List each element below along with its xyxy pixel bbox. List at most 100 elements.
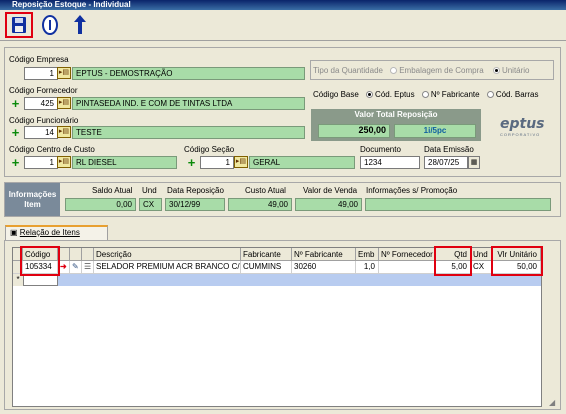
funcionario-name-field: TESTE	[72, 126, 305, 139]
radio-circle	[486, 91, 494, 99]
valor-total-value: 250,00	[318, 124, 390, 138]
fornecedor-label: Código Fornecedor	[9, 86, 78, 95]
logo-subtext: CORPORATIVO	[500, 132, 541, 137]
parcelas-value: 1i/5pc	[394, 124, 476, 138]
add-secao-icon[interactable]: +	[186, 156, 197, 169]
funcionario-lookup-icon[interactable]: ▸▤	[57, 126, 71, 138]
empresa-lookup-icon[interactable]: ▸▤	[57, 67, 71, 79]
funcionario-label: Código Funcionário	[9, 116, 79, 125]
custo-field: 49,00	[228, 198, 292, 211]
promo-label: Informações s/ Promoção	[366, 186, 458, 195]
tab-label: Relação de Itens	[19, 228, 80, 237]
documento-input[interactable]: 1234	[360, 156, 420, 169]
radio-circle	[366, 91, 374, 99]
radio-unitario[interactable]: Unitário	[492, 66, 530, 75]
fornecedor-lookup-icon[interactable]: ▸▤	[57, 97, 71, 109]
radio-embalagem-label: Embalagem de Compra	[399, 66, 484, 75]
centro-custo-code-input[interactable]: 1	[24, 156, 58, 169]
custo-label: Custo Atual	[245, 186, 286, 195]
calendar-icon[interactable]: ▦	[468, 156, 480, 169]
tab-relacao-itens[interactable]: ▣ Relação de Itens	[5, 225, 108, 240]
centro-custo-lookup-icon[interactable]: ▸▤	[57, 156, 71, 168]
radio-cod-barras-label: Cód. Barras	[495, 90, 539, 99]
highlight-codigo	[20, 246, 60, 276]
list-icon[interactable]: ☰	[82, 261, 94, 273]
grid-header-emb[interactable]: Emb	[356, 248, 379, 261]
secao-lookup-icon[interactable]: ▸▤	[234, 156, 248, 168]
emissao-label: Data Emissão	[424, 145, 474, 154]
resize-grip-icon[interactable]: ◢	[549, 398, 559, 408]
radio-cod-eptus-label: Cód. Eptus	[375, 90, 415, 99]
und-label: Und	[142, 186, 157, 195]
edit-icon[interactable]: ✎	[70, 261, 82, 273]
radio-cod-barras[interactable]: Cód. Barras	[486, 90, 539, 99]
add-fornecedor-icon[interactable]: +	[10, 97, 21, 110]
grid-header-blank-2	[70, 248, 82, 261]
fornecedor-name-field: PINTASEDA IND. E COM DE TINTAS LTDA	[72, 97, 305, 110]
radio-circle	[421, 91, 429, 99]
codigo-base-row: Código Base Cód. Eptus Nº Fabricante Cód…	[313, 90, 539, 99]
tipo-quantidade-label: Tipo da Quantidade	[313, 66, 383, 75]
fornecedor-code-input[interactable]: 425	[24, 97, 58, 110]
grid-header-n-fabricante[interactable]: Nº Fabricante	[292, 248, 356, 261]
info-button[interactable]	[36, 12, 64, 38]
promo-field	[365, 198, 551, 211]
saldo-field: 0,00	[65, 198, 136, 211]
tab-icon: ▣	[10, 228, 20, 237]
radio-unitario-label: Unitário	[501, 66, 530, 75]
add-centro-custo-icon[interactable]: +	[10, 156, 21, 169]
window-title: Reposição Estoque - Individual	[0, 0, 566, 10]
cell-emb[interactable]: 1,0	[356, 261, 379, 273]
codigo-base-label: Código Base	[313, 90, 359, 99]
highlight-qtd	[434, 246, 472, 276]
toolbar	[0, 10, 566, 41]
save-button[interactable]	[5, 12, 33, 38]
grid-header-n-fornecedor[interactable]: Nº Fornecedor	[379, 248, 436, 261]
info-icon	[42, 15, 58, 35]
info-item-header: Informações Item	[5, 183, 60, 216]
data-reposicao-field: 30/12/99	[165, 198, 225, 211]
grid-header-fabricante[interactable]: Fabricante	[241, 248, 292, 261]
empresa-label: Código Empresa	[9, 55, 69, 64]
grid-header-descricao[interactable]: Descrição	[94, 248, 241, 261]
secao-label: Código Seção	[184, 145, 235, 154]
secao-code-input[interactable]: 1	[200, 156, 234, 169]
empresa-name-field: EPTUS - DEMOSTRAÇÃO	[72, 67, 305, 80]
radio-n-fabricante[interactable]: Nº Fabricante	[421, 90, 480, 99]
venda-field: 49,00	[295, 198, 362, 211]
info-item-label-2: Item	[24, 200, 41, 209]
floppy-disk-icon	[12, 17, 26, 33]
radio-circle	[492, 67, 500, 75]
radio-n-fabricante-label: Nº Fabricante	[430, 90, 480, 99]
radio-cod-eptus[interactable]: Cód. Eptus	[366, 90, 415, 99]
add-funcionario-icon[interactable]: +	[10, 126, 21, 139]
data-reposicao-label: Data Reposição	[167, 186, 224, 195]
cell-n-fornecedor[interactable]	[379, 261, 436, 273]
centro-custo-name-field: RL DIESEL	[72, 156, 177, 169]
info-item-label-1: Informações	[8, 190, 57, 199]
funcionario-code-input[interactable]: 14	[24, 126, 58, 139]
cell-n-fabricante[interactable]: 30260	[292, 261, 356, 273]
centro-custo-label: Código Centro de Custo	[9, 145, 95, 154]
documento-label: Documento	[360, 145, 401, 154]
radio-circle	[390, 67, 398, 75]
und-field: CX	[139, 198, 162, 211]
radio-embalagem[interactable]: Embalagem de Compra	[390, 66, 484, 75]
grid-header-und[interactable]: Und	[471, 248, 493, 261]
cell-fabricante[interactable]: CUMMINS	[241, 261, 292, 273]
valor-total-label: Valor Total Reposição	[311, 109, 481, 121]
saldo-label: Saldo Atual	[92, 186, 133, 195]
tipo-quantidade-row: Tipo da Quantidade Embalagem de Compra U…	[313, 66, 530, 75]
eptus-logo: eptus CORPORATIVO	[500, 116, 548, 140]
grid-header-blank-3	[82, 248, 94, 261]
logo-text: eptus	[500, 116, 545, 132]
emissao-input[interactable]: 28/07/25	[424, 156, 468, 169]
highlight-vlr-unitario	[491, 246, 543, 276]
return-arrow-icon	[74, 15, 86, 34]
secao-name-field: GERAL	[249, 156, 355, 169]
venda-label: Valor de Venda	[303, 186, 358, 195]
cell-descricao[interactable]: SELADOR PREMIUM ACR BRANCO C/	[94, 261, 241, 273]
empresa-code-input[interactable]: 1	[24, 67, 58, 80]
return-button[interactable]	[66, 12, 94, 38]
cell-und[interactable]: CX	[471, 261, 493, 273]
